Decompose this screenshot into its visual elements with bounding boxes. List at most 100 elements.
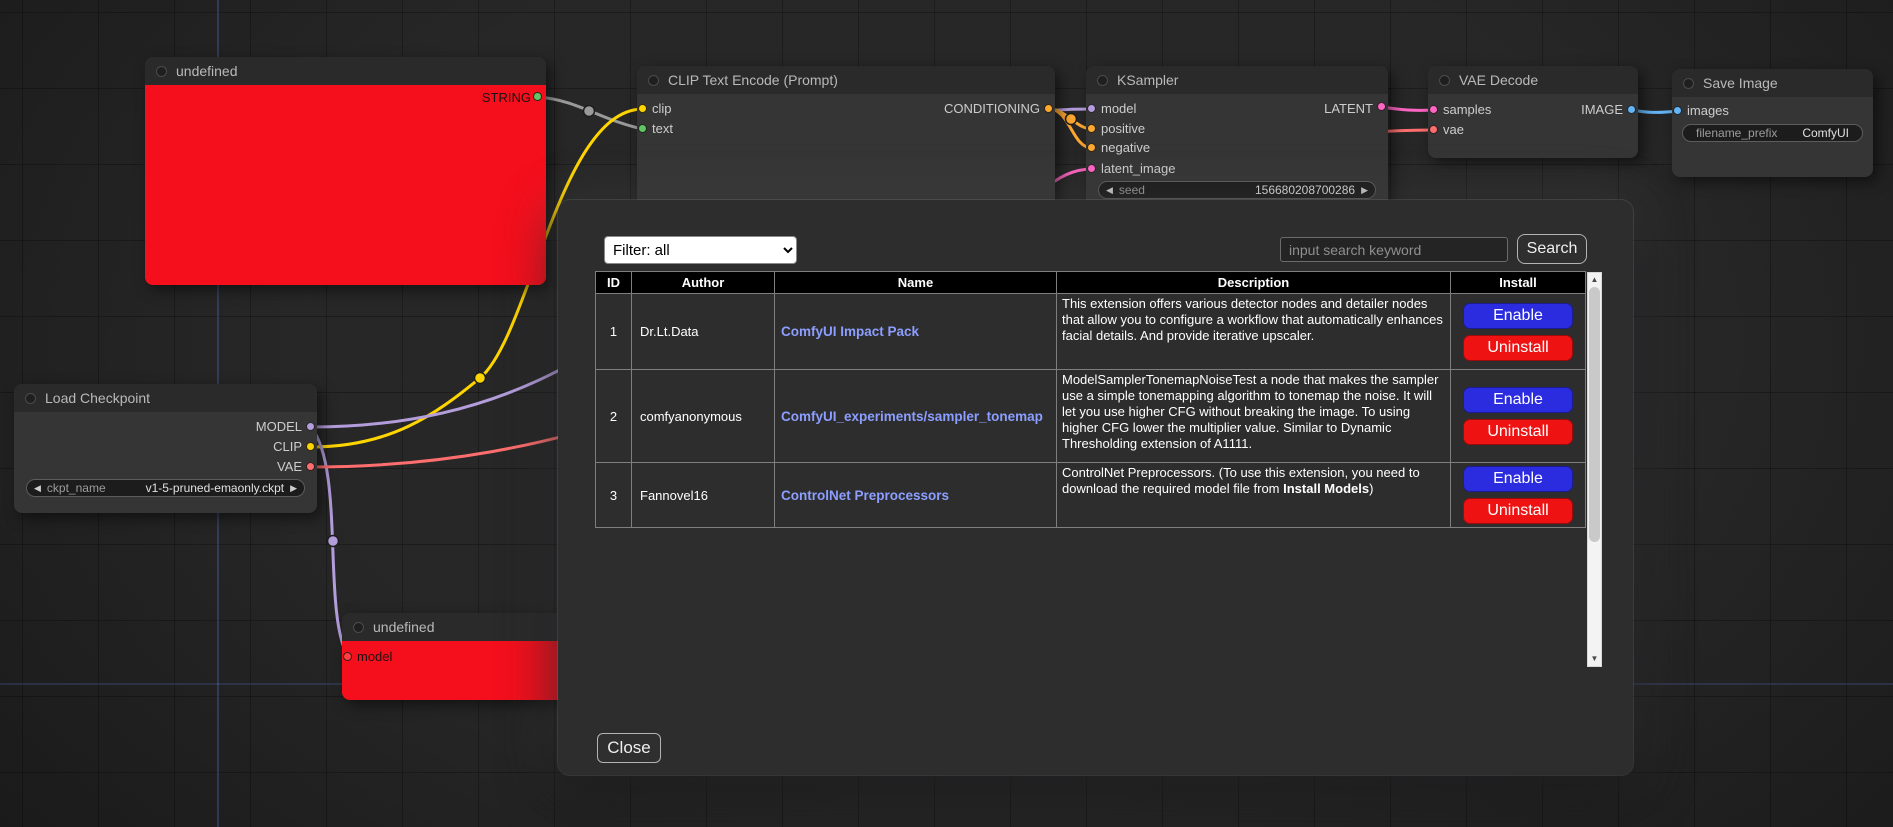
manager-dialog: Filter: all Search ID Author Name Descri… bbox=[558, 200, 1633, 775]
extension-link[interactable]: ComfyUI_experiments/sampler_tonemap bbox=[781, 409, 1043, 424]
input-label-images: images bbox=[1687, 101, 1729, 120]
node-title: undefined bbox=[176, 63, 238, 79]
uninstall-button[interactable]: Uninstall bbox=[1463, 498, 1573, 524]
node-save-image[interactable]: Save Image images filename_prefix ComfyU… bbox=[1672, 69, 1873, 177]
node-title-bar[interactable]: undefined bbox=[145, 57, 546, 85]
collapse-dot-icon[interactable] bbox=[648, 75, 659, 86]
cell-id: 2 bbox=[596, 370, 632, 463]
input-port-images[interactable] bbox=[1673, 106, 1682, 115]
node-vae-decode[interactable]: VAE Decode samples IMAGE vae bbox=[1428, 66, 1638, 158]
input-port-positive[interactable] bbox=[1087, 124, 1096, 133]
ckpt-next-icon[interactable]: ▶ bbox=[290, 479, 297, 497]
output-port-string[interactable] bbox=[533, 92, 542, 101]
search-input[interactable] bbox=[1280, 237, 1508, 262]
ckpt-name-label: ckpt_name bbox=[47, 481, 106, 495]
output-port-vae[interactable] bbox=[306, 462, 315, 471]
scrollbar-down-icon[interactable]: ▼ bbox=[1588, 653, 1601, 665]
input-label-model: model bbox=[1101, 99, 1136, 118]
input-port-model[interactable] bbox=[1087, 104, 1096, 113]
node-title-bar[interactable]: Save Image bbox=[1672, 69, 1873, 97]
cell-author: Fannovel16 bbox=[632, 463, 775, 528]
output-port-model[interactable] bbox=[306, 422, 315, 431]
collapse-dot-icon[interactable] bbox=[1097, 75, 1108, 86]
node-load-checkpoint[interactable]: Load Checkpoint MODEL CLIP VAE ◀ ckpt_na… bbox=[14, 384, 317, 513]
table-row: 3 Fannovel16 ControlNet Preprocessors Co… bbox=[596, 463, 1586, 528]
scrollbar-thumb[interactable] bbox=[1589, 287, 1600, 542]
input-port-latent-image[interactable] bbox=[1087, 164, 1096, 173]
node-undefined-bottom[interactable]: undefined model bbox=[342, 613, 582, 700]
node-title-bar[interactable]: CLIP Text Encode (Prompt) bbox=[637, 66, 1055, 94]
seed-value: 156680208700286 bbox=[1151, 183, 1355, 197]
input-port-model[interactable] bbox=[343, 652, 352, 661]
close-button[interactable]: Close bbox=[597, 733, 661, 763]
output-label-latent: LATENT bbox=[1324, 99, 1373, 118]
col-header-description: Description bbox=[1057, 272, 1451, 294]
table-row: 1 Dr.Lt.Data ComfyUI Impact Pack This ex… bbox=[596, 294, 1586, 370]
uninstall-button[interactable]: Uninstall bbox=[1463, 335, 1573, 361]
input-label-model: model bbox=[357, 647, 392, 666]
enable-button[interactable]: Enable bbox=[1463, 466, 1573, 492]
seed-label: seed bbox=[1119, 183, 1145, 197]
cell-author: Dr.Lt.Data bbox=[632, 294, 775, 370]
cell-description: This extension offers various detector n… bbox=[1057, 294, 1451, 370]
seed-decrement-icon[interactable]: ◀ bbox=[1106, 181, 1113, 199]
scrollbar-up-icon[interactable]: ▲ bbox=[1588, 274, 1601, 286]
filter-select[interactable]: Filter: all bbox=[604, 236, 797, 264]
output-port-clip[interactable] bbox=[306, 442, 315, 451]
extension-link[interactable]: ComfyUI Impact Pack bbox=[781, 324, 919, 339]
node-body: samples IMAGE vae bbox=[1428, 94, 1638, 158]
input-port-vae[interactable] bbox=[1429, 125, 1438, 134]
enable-button[interactable]: Enable bbox=[1463, 387, 1573, 413]
node-title-bar[interactable]: KSampler bbox=[1086, 66, 1388, 94]
node-title-bar[interactable]: VAE Decode bbox=[1428, 66, 1638, 94]
seed-increment-icon[interactable]: ▶ bbox=[1361, 181, 1368, 199]
output-label-clip: CLIP bbox=[273, 437, 302, 456]
seed-widget[interactable]: ◀ seed 156680208700286 ▶ bbox=[1098, 181, 1376, 199]
node-body: MODEL CLIP VAE ◀ ckpt_name v1-5-pruned-e… bbox=[14, 412, 317, 513]
cell-id: 1 bbox=[596, 294, 632, 370]
ckpt-name-value: v1-5-pruned-emaonly.ckpt bbox=[112, 481, 284, 495]
input-port-clip[interactable] bbox=[638, 104, 647, 113]
filename-prefix-widget[interactable]: filename_prefix ComfyUI bbox=[1682, 124, 1863, 142]
input-label-positive: positive bbox=[1101, 119, 1145, 138]
node-title: undefined bbox=[373, 619, 435, 635]
search-button[interactable]: Search bbox=[1517, 234, 1587, 264]
ckpt-name-widget[interactable]: ◀ ckpt_name v1-5-pruned-emaonly.ckpt ▶ bbox=[26, 479, 305, 497]
reroute-dot-clip[interactable] bbox=[475, 373, 486, 384]
node-title-bar[interactable]: undefined bbox=[342, 613, 582, 641]
ckpt-prev-icon[interactable]: ◀ bbox=[34, 479, 41, 497]
cell-install: Enable Uninstall bbox=[1451, 463, 1586, 528]
node-title: CLIP Text Encode (Prompt) bbox=[668, 72, 838, 88]
node-title-bar[interactable]: Load Checkpoint bbox=[14, 384, 317, 412]
enable-button[interactable]: Enable bbox=[1463, 303, 1573, 329]
input-port-text[interactable] bbox=[638, 124, 647, 133]
extension-link[interactable]: ControlNet Preprocessors bbox=[781, 488, 949, 503]
node-title: Load Checkpoint bbox=[45, 390, 150, 406]
cell-install: Enable Uninstall bbox=[1451, 370, 1586, 463]
table-scrollbar[interactable]: ▲ ▼ bbox=[1587, 272, 1602, 667]
node-body: model bbox=[342, 641, 582, 700]
output-port-conditioning[interactable] bbox=[1044, 104, 1053, 113]
cell-author: comfyanonymous bbox=[632, 370, 775, 463]
node-body: STRING bbox=[145, 85, 546, 285]
collapse-dot-icon[interactable] bbox=[1683, 78, 1694, 89]
reroute-dot-conditioning[interactable] bbox=[1066, 114, 1077, 125]
uninstall-button[interactable]: Uninstall bbox=[1463, 419, 1573, 445]
cell-install: Enable Uninstall bbox=[1451, 294, 1586, 370]
node-body: images filename_prefix ComfyUI bbox=[1672, 97, 1873, 177]
output-port-latent[interactable] bbox=[1377, 102, 1386, 111]
wire-latent-to-samples bbox=[1382, 107, 1434, 110]
node-undefined-top[interactable]: undefined STRING bbox=[145, 57, 546, 285]
input-port-samples[interactable] bbox=[1429, 105, 1438, 114]
node-title: Save Image bbox=[1703, 75, 1778, 91]
collapse-dot-icon[interactable] bbox=[353, 622, 364, 633]
collapse-dot-icon[interactable] bbox=[1439, 75, 1450, 86]
cell-description: ModelSamplerTonemapNoiseTest a node that… bbox=[1057, 370, 1451, 463]
collapse-dot-icon[interactable] bbox=[25, 393, 36, 404]
input-port-negative[interactable] bbox=[1087, 143, 1096, 152]
reroute-dot-model[interactable] bbox=[328, 536, 339, 547]
reroute-dot-string[interactable] bbox=[584, 106, 595, 117]
collapse-dot-icon[interactable] bbox=[156, 66, 167, 77]
input-label-clip: clip bbox=[652, 99, 672, 118]
output-port-image[interactable] bbox=[1627, 105, 1636, 114]
